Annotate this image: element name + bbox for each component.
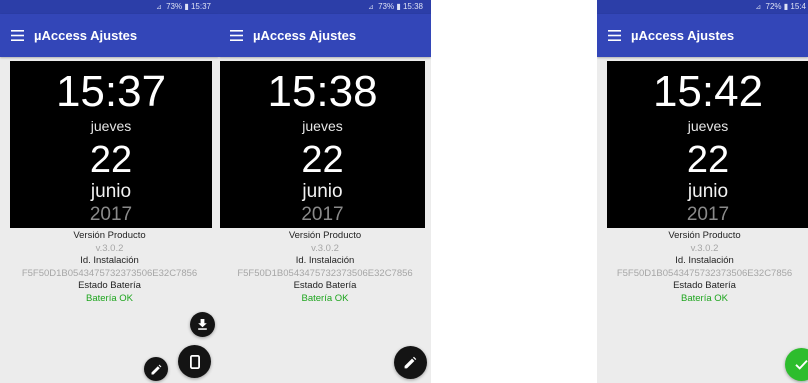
clock-time: 15:37 bbox=[55, 67, 167, 116]
battery-icon: ▮ bbox=[396, 2, 401, 11]
clock-year: 2017 bbox=[301, 204, 344, 225]
install-id-label: Id. Instalación bbox=[80, 255, 139, 266]
clock-weekday: jueves bbox=[90, 118, 132, 134]
signal-icon: ⊿ bbox=[155, 4, 162, 11]
pencil-icon bbox=[151, 364, 161, 374]
battery-icon: ▮ bbox=[783, 2, 789, 11]
clock-panel: 15:42 jueves 22 junio 2017 bbox=[607, 61, 808, 228]
status-time: 15:4 bbox=[790, 2, 806, 11]
install-id-value: F5F50D1B0543475732373506E32C7856 bbox=[237, 267, 413, 279]
battery-status-label: Estado Batería bbox=[293, 280, 357, 291]
phone-screen-3: ⊿ 72% ▮ 15:4 µAccess Ajustes 15:42 jueve… bbox=[597, 0, 808, 383]
clock-weekday: jueves bbox=[687, 118, 729, 134]
clock-day: 22 bbox=[686, 139, 730, 181]
battery-status-label: Estado Batería bbox=[78, 280, 141, 291]
install-id-label: Id. Instalación bbox=[675, 255, 734, 266]
pencil-icon bbox=[404, 356, 417, 369]
edit-fab[interactable] bbox=[144, 357, 168, 381]
battery-status-value: Batería OK bbox=[86, 292, 133, 304]
hamburger-menu-icon bbox=[607, 30, 621, 41]
smartphone-icon bbox=[189, 354, 200, 369]
status-bar: ⊿ 73% ▮ 15:37 bbox=[0, 0, 219, 14]
install-id-value: F5F50D1B0543475732373506E32C7856 bbox=[616, 267, 793, 279]
version-value: v.3.0.2 bbox=[690, 242, 719, 254]
phone-screen-1: ⊿ 73% ▮ 15:37 µAccess Ajustes 15:37 juev… bbox=[0, 0, 219, 383]
install-id-value: F5F50D1B0543475732373506E32C7856 bbox=[21, 267, 198, 279]
confirm-fab[interactable] bbox=[785, 348, 808, 381]
device-fab[interactable] bbox=[178, 345, 211, 378]
clock-month: junio bbox=[302, 181, 343, 202]
clock-time: 15:38 bbox=[267, 67, 378, 116]
app-bar: µAccess Ajustes bbox=[219, 14, 431, 57]
clock-day: 22 bbox=[89, 139, 133, 181]
version-value: v.3.0.2 bbox=[95, 242, 124, 254]
signal-icon: ⊿ bbox=[367, 4, 374, 11]
hamburger-menu-icon bbox=[229, 30, 243, 41]
status-bar: ⊿ 73% ▮ 15:38 bbox=[219, 0, 431, 14]
battery-icon: ▮ bbox=[184, 2, 189, 11]
app-title: µAccess Ajustes bbox=[253, 28, 357, 43]
status-time: 15:37 bbox=[190, 2, 211, 11]
status-bar: ⊿ 72% ▮ 15:4 bbox=[597, 0, 808, 14]
clock-month: junio bbox=[687, 181, 729, 202]
phone-screen-2: ⊿ 73% ▮ 15:38 µAccess Ajustes 15:38 juev… bbox=[219, 0, 431, 383]
signal-icon: ⊿ bbox=[755, 4, 762, 11]
download-fab[interactable] bbox=[190, 312, 215, 337]
clock-weekday: jueves bbox=[302, 118, 343, 134]
clock-time: 15:42 bbox=[652, 67, 764, 116]
checkmark-icon bbox=[795, 359, 808, 370]
device-info: Versión Producto v.3.0.2 Id. Instalación… bbox=[597, 230, 808, 305]
battery-percent: 73% bbox=[378, 2, 395, 11]
clock-panel: 15:38 jueves 22 junio 2017 bbox=[220, 61, 425, 228]
menu-button[interactable] bbox=[0, 14, 34, 57]
clock-year: 2017 bbox=[686, 204, 730, 225]
download-icon bbox=[198, 319, 207, 330]
battery-percent: 72% bbox=[765, 2, 782, 11]
device-info: Versión Producto v.3.0.2 Id. Instalación… bbox=[219, 230, 431, 305]
menu-button[interactable] bbox=[597, 14, 631, 57]
battery-status-value: Batería OK bbox=[301, 292, 349, 304]
menu-button[interactable] bbox=[219, 14, 253, 57]
app-title: µAccess Ajustes bbox=[631, 28, 735, 43]
app-bar: µAccess Ajustes bbox=[597, 14, 808, 57]
version-label: Versión Producto bbox=[73, 230, 146, 241]
hamburger-menu-icon bbox=[10, 30, 24, 41]
clock-day: 22 bbox=[301, 139, 344, 181]
battery-status-value: Batería OK bbox=[681, 292, 728, 304]
clock-year: 2017 bbox=[89, 204, 133, 225]
version-label: Versión Producto bbox=[288, 230, 362, 241]
battery-percent: 73% bbox=[166, 2, 183, 11]
app-title: µAccess Ajustes bbox=[34, 28, 138, 43]
version-value: v.3.0.2 bbox=[311, 242, 339, 254]
status-time: 15:38 bbox=[402, 2, 423, 11]
version-label: Versión Producto bbox=[668, 230, 741, 241]
clock-month: junio bbox=[90, 181, 132, 202]
battery-status-label: Estado Batería bbox=[673, 280, 736, 291]
install-id-label: Id. Instalación bbox=[295, 255, 355, 266]
device-info: Versión Producto v.3.0.2 Id. Instalación… bbox=[0, 230, 219, 305]
edit-fab[interactable] bbox=[394, 346, 427, 379]
app-bar: µAccess Ajustes bbox=[0, 14, 219, 57]
clock-panel: 15:37 jueves 22 junio 2017 bbox=[10, 61, 212, 228]
